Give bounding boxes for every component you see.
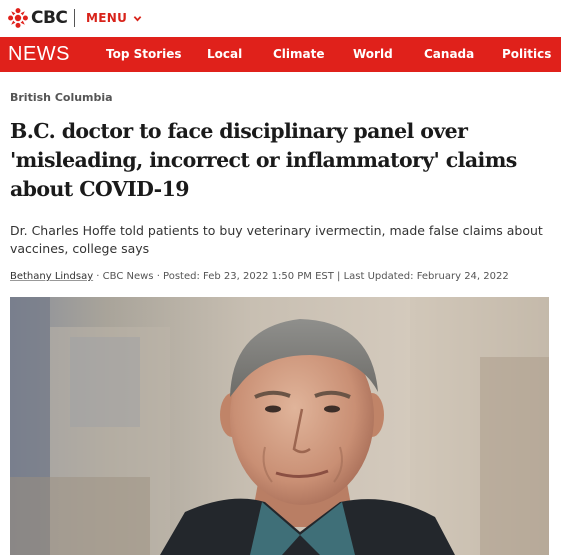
nav-item-local[interactable]: Local <box>207 37 242 72</box>
nav-item-world[interactable]: World <box>353 37 393 72</box>
byline: Bethany Lindsay · CBC News · Posted: Feb… <box>10 271 555 283</box>
headline-line: 'misleading, incorrect or inflammatory' … <box>10 148 517 172</box>
article-photo <box>10 297 549 555</box>
topbar-divider <box>74 9 75 27</box>
cbc-logo[interactable]: CBC <box>8 8 68 28</box>
nav-item-politics[interactable]: Politics <box>502 37 551 72</box>
deck-line: vaccines, college says <box>10 241 150 256</box>
news-wordmark[interactable]: NEWS <box>8 37 70 72</box>
top-bar: CBC MENU <box>0 0 561 36</box>
news-nav-bar: NEWS Top Stories Local Climate World Can… <box>0 37 561 72</box>
section-label[interactable]: British Columbia <box>10 91 113 104</box>
cbc-gem-icon <box>8 8 28 28</box>
menu-button[interactable]: MENU <box>86 9 142 27</box>
nav-item-climate[interactable]: Climate <box>273 37 325 72</box>
menu-label: MENU <box>86 11 128 25</box>
nav-item-canada[interactable]: Canada <box>424 37 474 72</box>
chevron-down-icon <box>133 15 142 21</box>
nav-item-top-stories[interactable]: Top Stories <box>106 37 182 72</box>
deck-line: Dr. Charles Hoffe told patients to buy v… <box>10 223 543 238</box>
headline-line: B.C. doctor to face disciplinary panel o… <box>10 119 468 143</box>
article-deck: Dr. Charles Hoffe told patients to buy v… <box>10 222 555 258</box>
logo-text: CBC <box>31 8 68 28</box>
headline: B.C. doctor to face disciplinary panel o… <box>10 117 555 204</box>
headline-line: about COVID-19 <box>10 177 190 201</box>
author-link[interactable]: Bethany Lindsay <box>10 271 93 282</box>
byline-meta: · CBC News · Posted: Feb 23, 2022 1:50 P… <box>93 271 509 282</box>
